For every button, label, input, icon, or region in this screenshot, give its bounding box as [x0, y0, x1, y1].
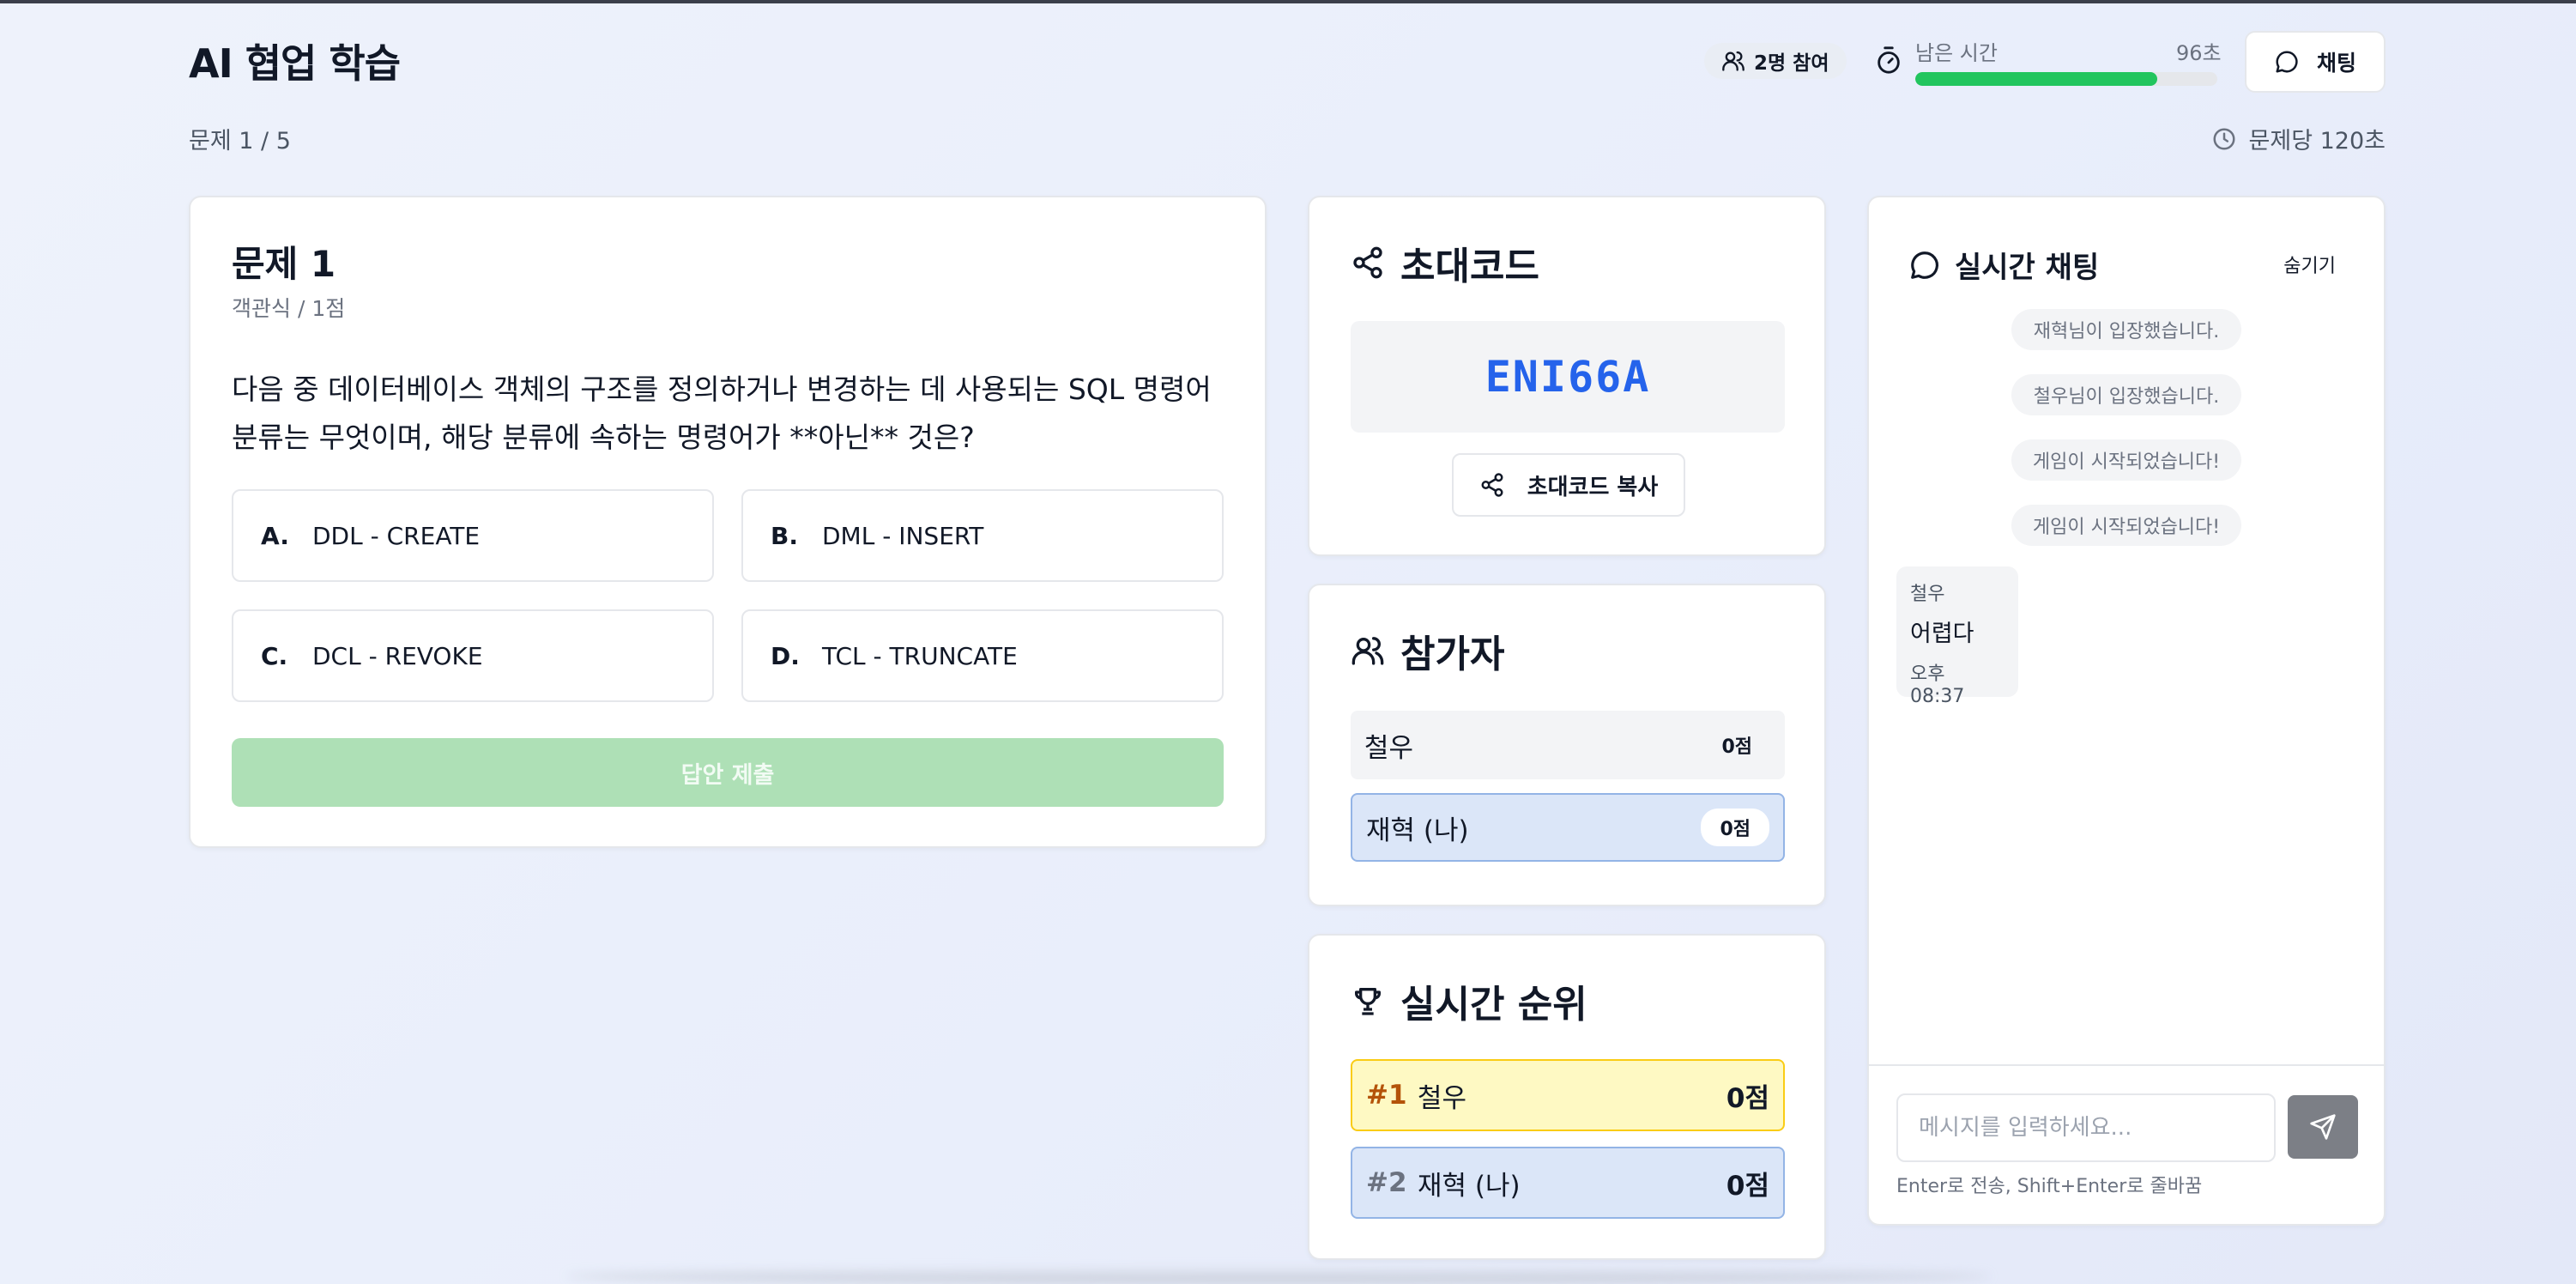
bottom-shadow: [566, 1269, 1991, 1284]
participant-row: 철우 0점: [1351, 711, 1785, 779]
chat-message-input[interactable]: [1896, 1093, 2276, 1162]
window-top-border: [0, 0, 2576, 3]
option-text: DDL - CREATE: [312, 521, 481, 550]
participants-header: 참가자: [1351, 623, 1504, 678]
participants-count-badge: 2명 참여: [1704, 43, 1847, 79]
option-text: TCL - TRUNCATE: [822, 641, 1018, 670]
participants-title: 참가자: [1400, 633, 1505, 676]
ranking-row: #1 철우 0점: [1351, 1059, 1785, 1131]
chat-message: 철우 어렵다 오후 08:37: [1896, 566, 2018, 707]
rank-score: 0점: [1726, 1082, 1769, 1114]
stopwatch-icon: [1878, 46, 1900, 74]
invite-code-title: 초대코드: [1400, 245, 1539, 288]
participant-name: 철우: [1364, 732, 1414, 764]
participant-score: 0점: [1701, 809, 1769, 846]
question-text: 다음 중 데이터베이스 객체의 구조를 정의하거나 변경하는 데 사용되는 SQ…: [232, 372, 1212, 454]
option-letter: C.: [261, 641, 288, 670]
share-icon: [1353, 246, 1382, 279]
chat-message-text: 어렵다: [1910, 621, 1974, 647]
copy-invite-code-button[interactable]: 초대코드 복사: [1452, 453, 1685, 517]
system-message: 게임이 시작되었습니다!: [2011, 439, 2241, 481]
option-a[interactable]: A. DDL - CREATE: [232, 489, 714, 582]
participant-row-me: 재혁 (나) 0점: [1351, 793, 1785, 862]
option-letter: B.: [771, 521, 798, 550]
send-icon: [2310, 1114, 2336, 1140]
rank-score: 0점: [1726, 1170, 1769, 1202]
invite-code-header: 초대코드: [1351, 235, 1539, 290]
question-title: 문제 1: [232, 243, 336, 285]
system-message: 게임이 시작되었습니다!: [2011, 505, 2241, 546]
option-d[interactable]: D. TCL - TRUNCATE: [741, 609, 1224, 702]
trophy-icon: [1355, 988, 1381, 1015]
chat-bubble-icon: [2276, 51, 2298, 73]
chat-toggle-button[interactable]: 채팅: [2245, 31, 2386, 93]
timer-progress-fill: [1915, 72, 2157, 86]
question-progress: 문제 1 / 5: [189, 128, 291, 154]
invite-code-value: ENI66A: [1351, 321, 1785, 433]
rank-name: 재혁 (나): [1418, 1170, 1521, 1202]
chat-message-time: 오후 08:37: [1910, 663, 1965, 707]
option-text: DML - INSERT: [822, 521, 984, 550]
participant-name: 재혁 (나): [1366, 815, 1469, 846]
question-meta: 객관식 / 1점: [232, 296, 346, 321]
question-card: 문제 1 객관식 / 1점 다음 중 데이터베이스 객체의 구조를 정의하거나 …: [189, 196, 1267, 848]
live-chat-header: 실시간 채팅: [1908, 244, 2099, 286]
clock-icon: [2213, 128, 2235, 149]
option-c[interactable]: C. DCL - REVOKE: [232, 609, 714, 702]
participants-count-label: 2명 참여: [1754, 52, 1829, 75]
timer-label: 남은 시간: [1915, 41, 1998, 65]
per-question-time-label: 문제당 120초: [2248, 128, 2386, 154]
live-ranking-title: 실시간 순위: [1400, 983, 1587, 1027]
option-text: DCL - REVOKE: [312, 641, 483, 670]
participants-card: 참가자 철우 0점 재혁 (나) 0점: [1308, 584, 1826, 906]
chat-input-hint: Enter로 전송, Shift+Enter로 줄바꿈: [1896, 1176, 2203, 1197]
per-question-time: 문제당 120초: [2211, 122, 2386, 155]
chat-bubble-icon: [1911, 251, 1938, 279]
copy-invite-code-label: 초대코드 복사: [1527, 474, 1659, 500]
timer-value: 96초: [2176, 41, 2222, 65]
share-icon: [1481, 473, 1503, 497]
app-title: AI 협업 학습: [189, 40, 401, 87]
option-b[interactable]: B. DML - INSERT: [741, 489, 1224, 582]
ranking-row-me: #2 재혁 (나) 0점: [1351, 1147, 1785, 1219]
live-ranking-card: 실시간 순위 #1 철우 0점 #2 재혁 (나) 0점: [1308, 934, 1826, 1260]
invite-code-card: 초대코드 ENI66A 초대코드 복사: [1308, 196, 1826, 556]
users-icon: [1722, 51, 1745, 71]
system-message: 철우님이 입장했습니다.: [2011, 374, 2241, 415]
rank-name: 철우: [1418, 1082, 1467, 1114]
rank-number: #1: [1366, 1080, 1407, 1111]
option-letter: D.: [771, 641, 800, 670]
live-ranking-header: 실시간 순위: [1351, 973, 1587, 1028]
submit-answer-button[interactable]: 답안 제출: [232, 738, 1224, 807]
participant-score: 0점: [1702, 726, 1771, 764]
hide-chat-button[interactable]: 숨기기: [2283, 251, 2336, 278]
live-chat-panel: 실시간 채팅 숨기기 재혁님이 입장했습니다. 철우님이 입장했습니다. 게임이…: [1867, 196, 2386, 1226]
chat-message-sender: 철우: [1910, 584, 1945, 605]
send-message-button[interactable]: [2288, 1095, 2358, 1159]
live-chat-title: 실시간 채팅: [1955, 251, 2100, 285]
system-message: 재혁님이 입장했습니다.: [2011, 309, 2241, 350]
timer-progress-bar: [1915, 72, 2217, 86]
chat-toggle-label: 채팅: [2316, 51, 2356, 76]
rank-number: #2: [1366, 1167, 1407, 1198]
option-letter: A.: [261, 521, 289, 550]
users-icon: [1351, 637, 1384, 665]
chat-divider: [1869, 1064, 2384, 1066]
